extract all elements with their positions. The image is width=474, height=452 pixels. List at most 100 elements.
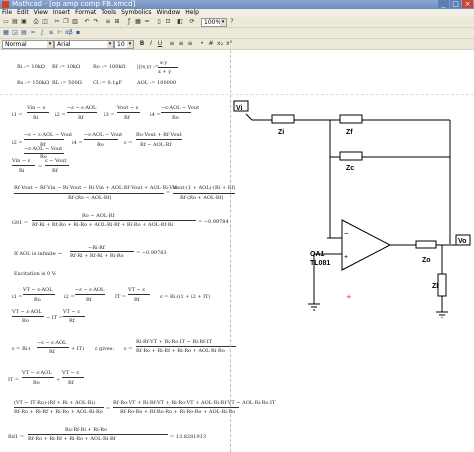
unit-icon[interactable]: ▦: [134, 18, 142, 26]
menu-tools[interactable]: Tools: [101, 9, 116, 16]
eq-h1-label[interactable]: IT =: [8, 377, 19, 383]
eq-exc-i1[interactable]: i1 =: [12, 294, 23, 300]
minimize-button[interactable]: _: [438, 0, 449, 8]
worksheet[interactable]: Ri := 10kΩ Rf := 10kΩ Ro := 100kΩ ||(x,y…: [0, 50, 474, 452]
eq-rout-den: Rf·Ro + Ri·Rf + Ri·Ro + AOL·Ri·Rf: [28, 436, 116, 442]
text-excitation[interactable]: Excitation is 0 V:: [14, 271, 57, 277]
eq-f2-label[interactable]: ε = Ri·(: [12, 346, 31, 352]
size-value: 10: [117, 41, 125, 48]
fraction-bar: [75, 294, 105, 295]
symbolic-icon[interactable]: ▪: [74, 29, 82, 37]
paste-icon[interactable]: ▥: [71, 18, 79, 26]
eq-exc-it[interactable]: IT =: [115, 294, 126, 300]
eq-f2-result-label: ε =: [124, 346, 133, 352]
text-aol-infinite[interactable]: If AOL is infinite →: [14, 251, 62, 257]
eq-f2-result-num: Ri·Rf·VT + Ri·Ro·IT − Ri·Rf·IT: [136, 339, 212, 345]
open-icon[interactable]: ▤: [11, 18, 19, 26]
eq-i2-label[interactable]: i2 =: [55, 112, 66, 118]
undo-icon[interactable]: ↶: [83, 18, 91, 26]
greek-icon[interactable]: αβ: [65, 29, 73, 37]
def-ro[interactable]: Ro := 100kΩ: [93, 64, 126, 70]
copy-icon[interactable]: ❐: [62, 18, 70, 26]
style-select[interactable]: Normal ▾: [2, 40, 54, 49]
eq-row2-eps[interactable]: ε =: [124, 140, 132, 146]
eq-row3-equals[interactable]: =: [38, 164, 42, 170]
eq-exc-eps[interactable]: ε = Ri·(i1 + i2 + IT): [160, 294, 210, 300]
align-left-icon[interactable]: ≡: [168, 40, 176, 48]
def-parallel[interactable]: ||(x,y) :=: [137, 64, 159, 70]
matrix-icon[interactable]: ▤: [20, 29, 28, 37]
zoom-select[interactable]: 100% ▾: [201, 18, 227, 27]
fraction-bar: [70, 251, 134, 252]
def-rf[interactable]: Rf := 10kΩ: [52, 64, 80, 70]
insert-icon[interactable]: ⊞: [113, 18, 121, 26]
maximize-button[interactable]: □: [450, 0, 461, 8]
subscript-icon[interactable]: x₂: [216, 40, 224, 48]
eq-row2-mid[interactable]: i4 =: [72, 140, 83, 146]
eq-row2-a[interactable]: i2 =: [12, 140, 23, 146]
component-icon[interactable]: ⊡: [164, 18, 172, 26]
eq-gain-num: Ro − AOL·Rf: [82, 213, 115, 219]
def-aol[interactable]: AOL := 100000: [137, 80, 176, 86]
size-select[interactable]: 10 ▾: [114, 40, 134, 49]
fraction-bar: [14, 193, 164, 194]
eq-exc-i2[interactable]: i2 =: [64, 294, 75, 300]
eq-i4-label[interactable]: i4 =: [150, 112, 161, 118]
redo-icon[interactable]: ↷: [92, 18, 100, 26]
help-icon[interactable]: ?: [228, 18, 236, 26]
menu-format[interactable]: Format: [75, 9, 96, 16]
programming-icon[interactable]: ⊢: [56, 29, 64, 37]
def-cl[interactable]: Cl := 0.1µF: [93, 80, 122, 86]
fraction-bar: [128, 294, 150, 295]
align-right-icon[interactable]: ≡: [186, 40, 194, 48]
calculus-icon[interactable]: ∫: [38, 29, 46, 37]
fraction-bar: [14, 407, 104, 408]
circuit-schematic[interactable]: Vi Zi Zf Zc − + OA1 TL081 Vo Zo Zl: [232, 98, 474, 318]
menu-window[interactable]: Window: [157, 9, 181, 16]
menu-symbolics[interactable]: Symbolics: [121, 9, 151, 16]
menu-edit[interactable]: Edit: [17, 9, 29, 16]
eq-f1-mid[interactable]: − IT =: [46, 315, 63, 321]
region-icon[interactable]: ▯: [155, 18, 163, 26]
print-icon[interactable]: ⎙: [32, 18, 40, 26]
eq-i1-label[interactable]: i1 =: [12, 112, 23, 118]
function-icon[interactable]: ƒ: [125, 18, 133, 26]
menu-help[interactable]: Help: [185, 9, 199, 16]
eq-gain-label[interactable]: G01 =: [12, 220, 28, 226]
close-button[interactable]: ×: [462, 0, 473, 8]
equals-icon[interactable]: =: [143, 18, 151, 26]
opamp-symbol: [341, 219, 392, 271]
font-select[interactable]: Arial ▾: [54, 40, 114, 49]
italic-button[interactable]: I: [147, 40, 155, 48]
new-icon[interactable]: ▭: [2, 18, 10, 26]
def-rl[interactable]: RL := 500Ω: [52, 80, 82, 86]
preview-icon[interactable]: ◫: [41, 18, 49, 26]
resource-icon[interactable]: ◧: [176, 18, 184, 26]
calculate-icon[interactable]: ⟳: [188, 18, 196, 26]
underline-button[interactable]: U: [156, 40, 164, 48]
boolean-icon[interactable]: ≤: [47, 29, 55, 37]
save-icon[interactable]: ▣: [20, 18, 28, 26]
graph-icon[interactable]: ◲: [11, 29, 19, 37]
calculator-icon[interactable]: ▦: [2, 29, 10, 37]
superscript-icon[interactable]: x²: [225, 40, 233, 48]
bullets-icon[interactable]: •: [198, 40, 206, 48]
menu-insert[interactable]: Insert: [53, 9, 70, 16]
numbering-icon[interactable]: #: [207, 40, 215, 48]
eq-i3-label[interactable]: i3 =: [104, 112, 115, 118]
eq-rout-label[interactable]: Rd1 =: [8, 434, 24, 440]
align-center-icon[interactable]: ≡: [177, 40, 185, 48]
def-rs[interactable]: Rs := 150kΩ: [17, 80, 49, 86]
bold-button[interactable]: B: [138, 40, 146, 48]
text-gives[interactable]: ε gives:: [95, 346, 114, 352]
align-icon[interactable]: ≡: [104, 18, 112, 26]
fraction-bar: [23, 294, 55, 295]
menu-view[interactable]: View: [34, 9, 48, 16]
app-icon: [2, 1, 9, 8]
evaluation-icon[interactable]: =: [29, 29, 37, 37]
eq-f2-num: −ε − ε·AOL: [37, 340, 67, 346]
title-bar: Mathcad - [op amp comp FB.xmcd] _ □ ×: [0, 0, 474, 9]
menu-file[interactable]: File: [2, 9, 12, 16]
cut-icon[interactable]: ✂: [53, 18, 61, 26]
def-ri[interactable]: Ri := 10kΩ: [17, 64, 45, 70]
